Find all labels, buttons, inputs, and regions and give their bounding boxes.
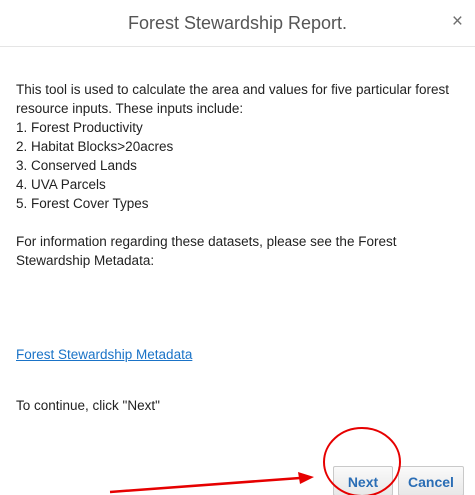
dialog-title: Forest Stewardship Report. bbox=[127, 13, 348, 33]
annotation-arrow-shaft bbox=[109, 476, 301, 494]
input-item-1: 1. Forest Productivity bbox=[16, 120, 143, 135]
info-text: For information regarding these datasets… bbox=[16, 234, 397, 268]
input-item-3: 3. Conserved Lands bbox=[16, 158, 137, 173]
dialog-header: Forest Stewardship Report. × bbox=[0, 0, 475, 47]
next-button[interactable]: Next bbox=[333, 466, 393, 495]
dialog-content: This tool is used to calculate the area … bbox=[16, 80, 461, 270]
cancel-button[interactable]: Cancel bbox=[398, 466, 464, 495]
input-item-5: 5. Forest Cover Types bbox=[16, 196, 149, 211]
input-item-4: 4. UVA Parcels bbox=[16, 177, 106, 192]
continue-instruction: To continue, click "Next" bbox=[16, 398, 160, 413]
forest-stewardship-dialog: Forest Stewardship Report. × This tool i… bbox=[0, 0, 475, 495]
intro-text: This tool is used to calculate the area … bbox=[16, 82, 449, 116]
annotation-arrow-head bbox=[298, 472, 314, 484]
metadata-link[interactable]: Forest Stewardship Metadata bbox=[16, 347, 192, 362]
input-item-2: 2. Habitat Blocks>20acres bbox=[16, 139, 174, 154]
close-icon[interactable]: × bbox=[452, 12, 463, 31]
